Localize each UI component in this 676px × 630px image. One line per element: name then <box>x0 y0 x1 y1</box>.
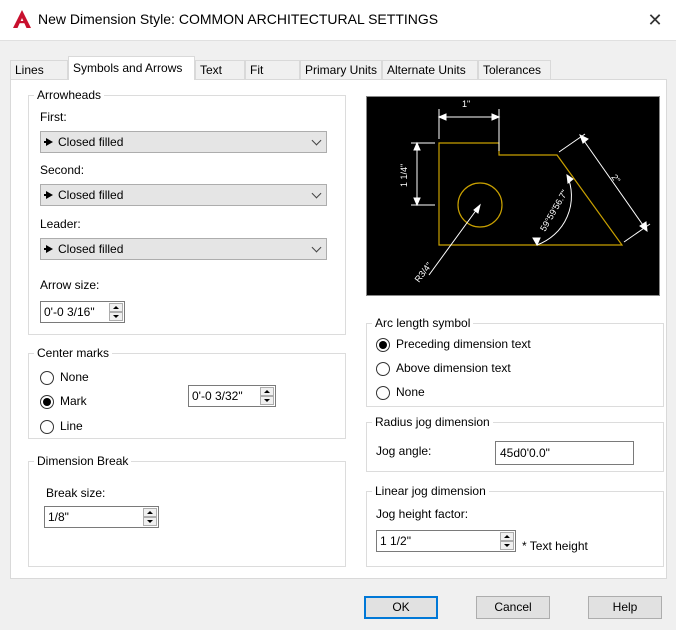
tab-fit[interactable]: Fit <box>245 60 300 79</box>
arrow-size-stepper[interactable]: 0'-0 3/16" <box>40 301 125 323</box>
center-mark-mark-radio[interactable] <box>40 395 54 409</box>
arrow-size-label: Arrow size: <box>40 278 100 292</box>
preview-dim-right: 2" <box>609 172 622 184</box>
closed-filled-arrow-icon <box>44 245 53 253</box>
window-title: New Dimension Style: COMMON ARCHITECTURA… <box>38 11 439 27</box>
second-arrowhead-value: Closed filled <box>58 188 124 202</box>
arc-length-preceding-radio[interactable] <box>376 338 390 352</box>
increment-button[interactable] <box>500 532 514 541</box>
spin-buttons <box>260 387 274 405</box>
center-mark-mark-label: Mark <box>60 394 87 408</box>
jog-angle-input[interactable]: 45d0'0.0" <box>495 441 634 465</box>
second-arrowhead-select[interactable]: Closed filled <box>40 184 327 206</box>
first-arrowhead-value: Closed filled <box>58 135 124 149</box>
jog-height-factor-stepper[interactable]: 1 1/2" <box>376 530 516 552</box>
decrement-button[interactable] <box>260 396 274 405</box>
jog-angle-value: 45d0'0.0" <box>500 446 550 460</box>
dimension-break-title: Dimension Break <box>34 454 132 468</box>
first-label: First: <box>40 110 67 124</box>
arc-length-above-label: Above dimension text <box>396 361 511 375</box>
chevron-down-icon <box>311 135 322 146</box>
arrowheads-title: Arrowheads <box>34 88 105 102</box>
increment-button[interactable] <box>109 303 123 312</box>
center-marks-title: Center marks <box>34 346 113 360</box>
center-mark-size-value: 0'-0 3/32" <box>192 389 243 403</box>
closed-filled-arrow-icon <box>44 191 53 199</box>
center-mark-line-radio[interactable] <box>40 420 54 434</box>
increment-button[interactable] <box>260 387 274 396</box>
leader-label: Leader: <box>40 217 81 231</box>
decrement-button[interactable] <box>109 312 123 321</box>
leader-arrowhead-select[interactable]: Closed filled <box>40 238 327 260</box>
first-arrowhead-select[interactable]: Closed filled <box>40 131 327 153</box>
spin-buttons <box>500 532 514 550</box>
center-mark-none-radio[interactable] <box>40 371 54 385</box>
ok-button[interactable]: OK <box>364 596 438 619</box>
linear-jog-title: Linear jog dimension <box>372 484 489 498</box>
tab-tolerances[interactable]: Tolerances <box>478 60 551 79</box>
tab-alternate-units[interactable]: Alternate Units <box>382 60 478 79</box>
dimension-preview: 1" 1 1/4" 2" 59°59'56.7" R3/4" <box>366 96 660 296</box>
help-button[interactable]: Help <box>588 596 662 619</box>
tab-primary-units[interactable]: Primary Units <box>300 60 382 79</box>
center-mark-line-label: Line <box>60 419 83 433</box>
arc-length-title: Arc length symbol <box>372 316 474 330</box>
autocad-icon <box>13 10 31 28</box>
closed-filled-arrow-icon <box>44 138 53 146</box>
preview-dim-left: 1 1/4" <box>399 164 409 187</box>
leader-arrowhead-value: Closed filled <box>58 242 124 256</box>
center-mark-size-stepper[interactable]: 0'-0 3/32" <box>188 385 276 407</box>
tab-symbols-and-arrows[interactable]: Symbols and Arrows <box>68 56 195 80</box>
jog-angle-label: Jog angle: <box>376 444 432 458</box>
preview-drawing: 1" 1 1/4" 2" 59°59'56.7" R3/4" <box>399 99 651 284</box>
decrement-button[interactable] <box>500 541 514 550</box>
spin-buttons <box>143 508 157 526</box>
tab-lines[interactable]: Lines <box>10 60 68 79</box>
cancel-button[interactable]: Cancel <box>476 596 550 619</box>
arc-length-none-label: None <box>396 385 425 399</box>
break-size-value: 1/8" <box>48 510 69 524</box>
arc-length-none-radio[interactable] <box>376 386 390 400</box>
preview-dim-angle: 59°59'56.7" <box>538 188 570 233</box>
arc-length-above-radio[interactable] <box>376 362 390 376</box>
break-size-label: Break size: <box>46 486 106 500</box>
jog-height-factor-label: Jog height factor: <box>376 507 469 521</box>
linear-jog-group <box>366 491 664 567</box>
jog-height-factor-value: 1 1/2" <box>380 534 411 548</box>
title-bar: New Dimension Style: COMMON ARCHITECTURA… <box>0 0 676 40</box>
increment-button[interactable] <box>143 508 157 517</box>
center-mark-none-label: None <box>60 370 89 384</box>
spin-buttons <box>109 303 123 321</box>
preview-dim-top: 1" <box>462 99 470 109</box>
chevron-down-icon <box>311 188 322 199</box>
second-label: Second: <box>40 163 85 177</box>
text-height-suffix: * Text height <box>522 539 588 553</box>
tab-text[interactable]: Text <box>195 60 245 79</box>
chevron-down-icon <box>311 242 322 253</box>
decrement-button[interactable] <box>143 517 157 526</box>
close-icon[interactable]: ✕ <box>640 6 670 34</box>
break-size-stepper[interactable]: 1/8" <box>44 506 159 528</box>
arrow-size-value: 0'-0 3/16" <box>44 305 95 319</box>
radius-jog-title: Radius jog dimension <box>372 415 493 429</box>
arc-length-preceding-label: Preceding dimension text <box>396 337 531 351</box>
